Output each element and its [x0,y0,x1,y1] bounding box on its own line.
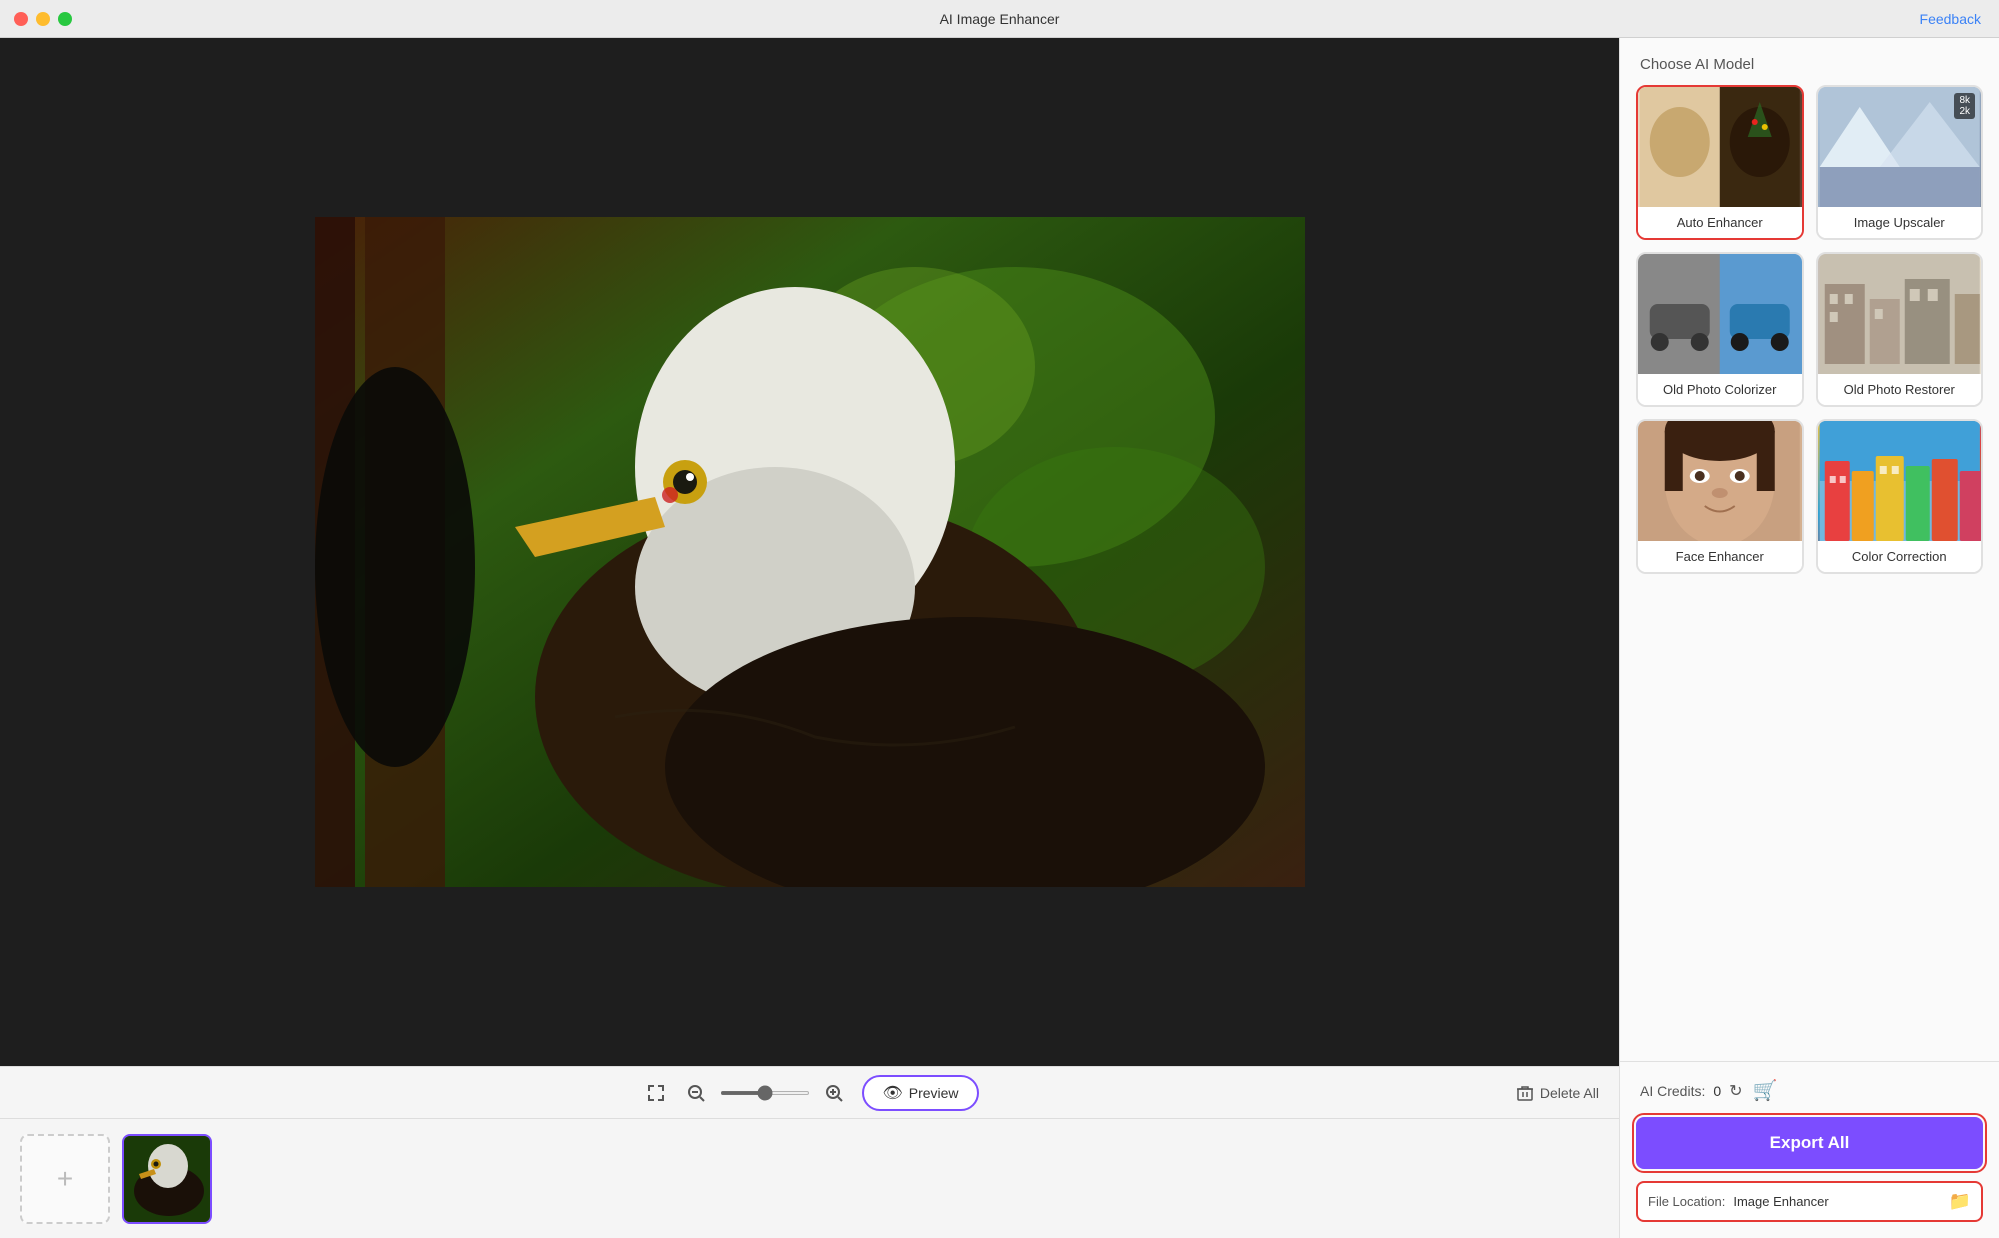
model-label-colorizer: Old Photo Colorizer [1638,374,1802,405]
main-image-container [315,217,1305,887]
model-label-color: Color Correction [1818,541,1982,572]
traffic-lights [14,12,72,26]
cart-icon[interactable]: 🛒 [1753,1078,1778,1103]
delete-all-label: Delete All [1540,1085,1599,1101]
title-bar: AI Image Enhancer Feedback [0,0,1999,38]
model-thumbnail-colorizer [1638,254,1802,374]
bottom-section: AI Credits: 0 ↻ 🛒 Export All File Locati… [1620,1061,1999,1238]
choose-model-label: Choose AI Model [1620,38,1999,85]
left-panel: 👁 Preview Delete All + [0,38,1619,1238]
file-location-label: File Location: [1648,1194,1725,1209]
minimize-button[interactable] [36,12,50,26]
model-label-face: Face Enhancer [1638,541,1802,572]
model-grid: Auto Enhancer 8k2k Image Upsc [1620,85,1999,574]
feedback-link[interactable]: Feedback [1920,11,1981,27]
zoom-tools [640,1077,850,1109]
model-card-colorizer[interactable]: Old Photo Colorizer [1636,252,1804,407]
zoom-slider[interactable] [720,1091,810,1095]
zoom-in-button[interactable] [818,1077,850,1109]
refresh-icon[interactable]: ↻ [1729,1081,1742,1101]
toolbar: 👁 Preview Delete All [0,1066,1619,1118]
model-thumbnail-color [1818,421,1982,541]
ai-credits-row: AI Credits: 0 ↻ 🛒 [1636,1078,1983,1103]
ai-credits-label: AI Credits: [1640,1083,1705,1099]
export-all-button[interactable]: Export All [1636,1117,1983,1169]
preview-label: Preview [909,1085,959,1101]
main-content: 👁 Preview Delete All + [0,38,1999,1238]
file-location-row: File Location: Image Enhancer Desktop Do… [1636,1181,1983,1222]
credits-value: 0 [1713,1083,1721,1099]
model-thumbnail-auto [1638,87,1802,207]
add-image-button[interactable]: + [20,1134,110,1224]
zoom-out-button[interactable] [680,1077,712,1109]
model-card-restorer[interactable]: Old Photo Restorer [1816,252,1984,407]
thumbnail-item[interactable] [122,1134,212,1224]
model-card-auto-enhancer[interactable]: Auto Enhancer [1636,85,1804,240]
thumbnail-image [124,1136,210,1222]
model-card-upscaler[interactable]: 8k2k Image Upscaler [1816,85,1984,240]
fit-screen-button[interactable] [640,1077,672,1109]
app-title: AI Image Enhancer [940,11,1060,27]
model-card-color[interactable]: Color Correction [1816,419,1984,574]
thumbnail-strip: + [0,1118,1619,1238]
model-thumbnail-restorer [1818,254,1982,374]
preview-button[interactable]: 👁 Preview [862,1075,978,1111]
eye-icon: 👁 [882,1083,902,1103]
model-label-restorer: Old Photo Restorer [1818,374,1982,405]
delete-all-button[interactable]: Delete All [1516,1084,1599,1102]
model-label-auto: Auto Enhancer [1638,207,1802,238]
model-label-upscaler: Image Upscaler [1818,207,1982,238]
right-panel: Choose AI Model [1619,38,1999,1238]
model-thumbnail-face [1638,421,1802,541]
model-card-face[interactable]: Face Enhancer [1636,419,1804,574]
folder-icon[interactable]: 📁 [1949,1191,1971,1212]
maximize-button[interactable] [58,12,72,26]
model-thumbnail-upscaler: 8k2k [1818,87,1982,207]
image-area [0,38,1619,1066]
add-icon: + [57,1163,73,1195]
file-location-select[interactable]: Image Enhancer Desktop Documents Custom.… [1733,1194,1940,1209]
close-button[interactable] [14,12,28,26]
upscaler-badge: 8k2k [1954,93,1975,119]
